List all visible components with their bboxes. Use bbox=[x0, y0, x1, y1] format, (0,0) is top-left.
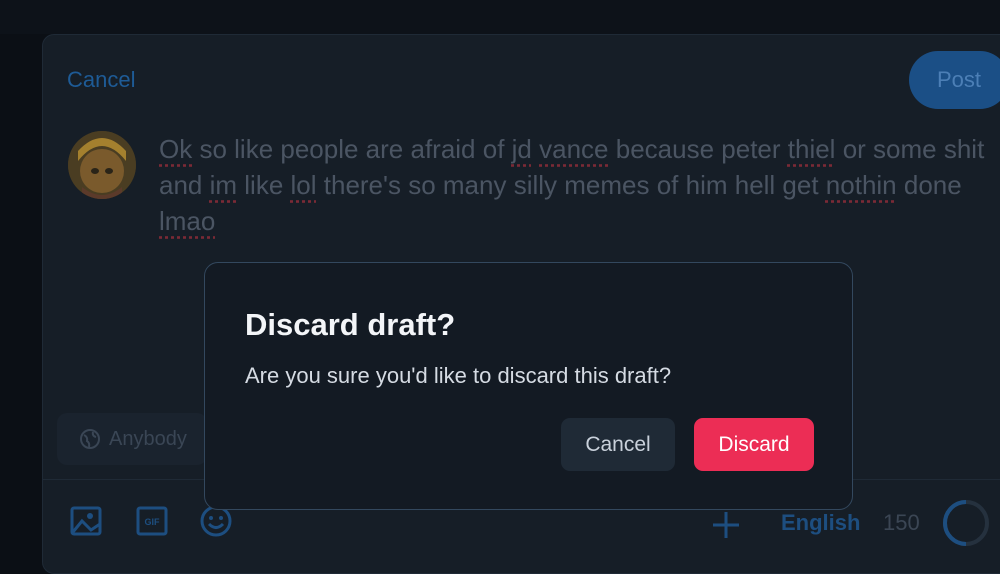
draft-text[interactable]: Ok so like people are afraid of jd vance… bbox=[159, 131, 999, 239]
misspelled-word: thiel bbox=[787, 134, 836, 164]
misspelled-word: lmao bbox=[159, 206, 216, 236]
globe-icon bbox=[80, 429, 100, 449]
svg-text:GIF: GIF bbox=[145, 517, 161, 527]
misspelled-word: nothin bbox=[825, 170, 897, 200]
draft-text-segment: like bbox=[237, 170, 291, 200]
gif-icon[interactable]: GIF bbox=[135, 504, 169, 538]
misspelled-word: lol bbox=[290, 170, 317, 200]
character-progress-ring bbox=[943, 500, 989, 546]
discard-draft-dialog: Discard draft? Are you sure you'd like t… bbox=[204, 262, 853, 510]
draft-text-segment: done bbox=[896, 170, 962, 200]
image-icon[interactable] bbox=[69, 504, 103, 538]
misspelled-word: im bbox=[209, 170, 238, 200]
draft-text-segment: there's so many silly memes of him hell … bbox=[316, 170, 826, 200]
post-button[interactable]: Post bbox=[909, 51, 1000, 109]
misspelled-word: Ok bbox=[159, 134, 193, 164]
misspelled-word: vance bbox=[539, 134, 609, 164]
dialog-title: Discard draft? bbox=[245, 307, 456, 342]
audience-label: Anybody bbox=[109, 427, 187, 450]
dialog-cancel-button[interactable]: Cancel bbox=[561, 418, 675, 471]
composer-cancel-link[interactable]: Cancel bbox=[67, 67, 135, 93]
avatar bbox=[68, 131, 136, 199]
draft-text-segment: because peter bbox=[608, 134, 788, 164]
language-selector[interactable]: English bbox=[781, 510, 860, 536]
draft-text-segment: so like people are afraid of bbox=[192, 134, 512, 164]
discard-button[interactable]: Discard bbox=[694, 418, 814, 471]
background-header bbox=[0, 0, 1000, 34]
dialog-message: Are you sure you'd like to discard this … bbox=[245, 363, 672, 388]
misspelled-word: jd bbox=[511, 134, 532, 164]
character-count: 150 bbox=[883, 510, 920, 535]
audience-selector[interactable]: Anybody bbox=[57, 413, 207, 465]
